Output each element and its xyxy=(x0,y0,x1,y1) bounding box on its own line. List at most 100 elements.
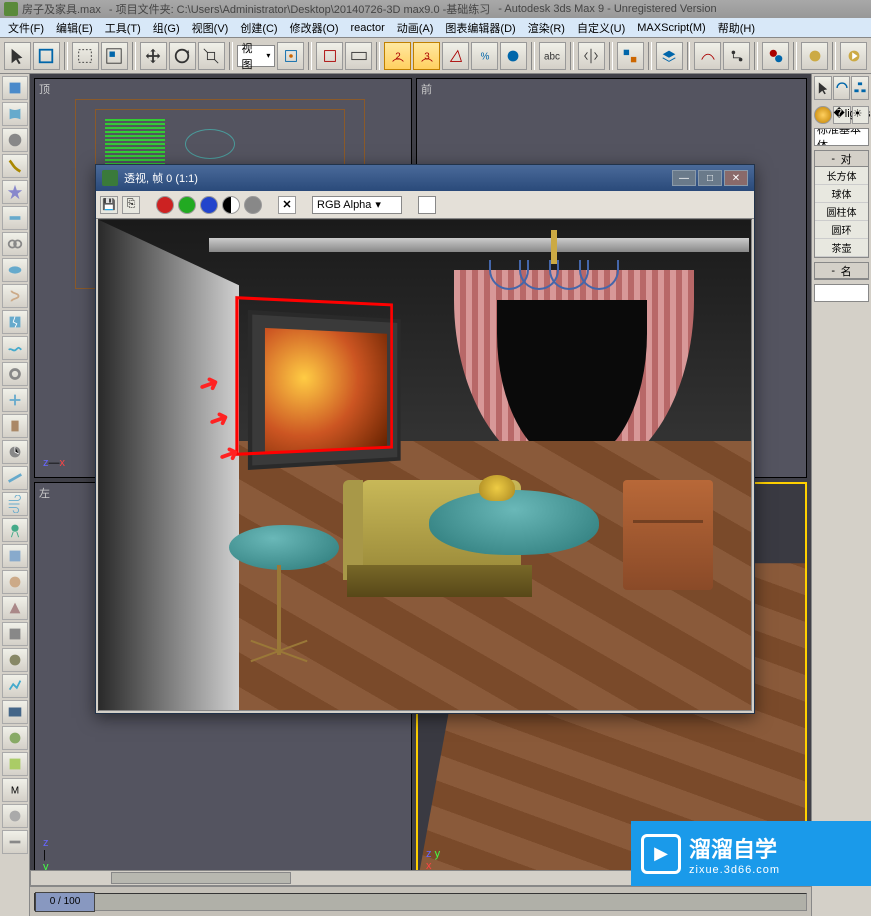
reactor-gear-icon[interactable] xyxy=(2,362,28,386)
reactor-disk-icon[interactable] xyxy=(2,258,28,282)
quick-render-button[interactable] xyxy=(840,42,867,70)
reactor-wind-icon[interactable] xyxy=(2,492,28,516)
category-dropdown[interactable]: 标准基本体 xyxy=(814,128,869,146)
close-button[interactable]: ✕ xyxy=(724,170,748,186)
reactor-cloth-icon[interactable] xyxy=(2,102,28,126)
reactor-misc5-icon[interactable] xyxy=(2,648,28,672)
select-window-button[interactable] xyxy=(101,42,128,70)
snap-2d-button[interactable]: 2 xyxy=(384,42,411,70)
reactor-misc9-icon[interactable] xyxy=(2,830,28,854)
channel-mono-button[interactable] xyxy=(244,196,262,214)
menu-graph[interactable]: 图表编辑器(D) xyxy=(439,18,521,38)
menu-animation[interactable]: 动画(A) xyxy=(391,18,440,38)
channel-dropdown[interactable]: RGB Alpha ▾ xyxy=(312,196,402,214)
render-scene-button[interactable] xyxy=(801,42,828,70)
menu-file[interactable]: 文件(F) xyxy=(2,18,50,38)
angle-snap-button[interactable] xyxy=(442,42,469,70)
reference-coord-dropdown[interactable]: 视图 ▾ xyxy=(237,45,276,67)
primitive-torus[interactable]: 圆环 xyxy=(815,221,868,239)
keyboard-shortcut-button[interactable] xyxy=(345,42,372,70)
reactor-misc8-icon[interactable] xyxy=(2,804,28,828)
geometry-icon[interactable] xyxy=(814,106,832,124)
mirror-button[interactable] xyxy=(578,42,605,70)
menu-maxscript[interactable]: MAXScript(M) xyxy=(631,20,711,36)
menu-create[interactable]: 创建(C) xyxy=(234,18,283,38)
reactor-misc2-icon[interactable] xyxy=(2,570,28,594)
select-rect-button[interactable] xyxy=(72,42,99,70)
clone-button[interactable]: ⎘ xyxy=(122,196,140,214)
snap-3d-button[interactable]: 3 xyxy=(413,42,440,70)
menu-modifiers[interactable]: 修改器(O) xyxy=(284,18,345,38)
shapes-icon[interactable]: �lights xyxy=(833,106,851,124)
channel-green-button[interactable] xyxy=(178,196,196,214)
reactor-analyze-icon[interactable] xyxy=(2,674,28,698)
reactor-toy-icon[interactable] xyxy=(2,518,28,542)
menu-tools[interactable]: 工具(T) xyxy=(99,18,147,38)
primitive-teapot[interactable]: 茶壶 xyxy=(815,239,868,257)
pivot-button[interactable] xyxy=(277,42,304,70)
move-button[interactable] xyxy=(140,42,167,70)
menu-edit[interactable]: 编辑(E) xyxy=(50,18,99,38)
reactor-misc3-icon[interactable] xyxy=(2,596,28,620)
reactor-rope-icon[interactable] xyxy=(2,154,28,178)
primitive-box[interactable]: 长方体 xyxy=(815,167,868,185)
scrollbar-thumb[interactable] xyxy=(111,872,291,884)
menu-reactor[interactable]: reactor xyxy=(345,20,391,36)
minimize-button[interactable]: — xyxy=(672,170,696,186)
select-object-button[interactable] xyxy=(33,42,60,70)
rotate-button[interactable] xyxy=(169,42,196,70)
material-editor-button[interactable] xyxy=(762,42,789,70)
create-tab[interactable] xyxy=(814,76,832,100)
layer-button[interactable] xyxy=(656,42,683,70)
reactor-tool-icon[interactable] xyxy=(2,206,28,230)
object-name-input[interactable] xyxy=(814,284,869,302)
select-manipulate-button[interactable] xyxy=(316,42,343,70)
channel-red-button[interactable] xyxy=(156,196,174,214)
reactor-create-icon[interactable] xyxy=(2,726,28,750)
reactor-misc4-icon[interactable] xyxy=(2,622,28,646)
select-cursor-button[interactable] xyxy=(4,42,31,70)
color-swatch[interactable] xyxy=(418,196,436,214)
timeline-slider[interactable]: 0 / 100 xyxy=(34,893,807,911)
menu-group[interactable]: 组(G) xyxy=(147,18,186,38)
menu-rendering[interactable]: 渲染(R) xyxy=(522,18,571,38)
reactor-constraint-icon[interactable] xyxy=(2,388,28,412)
reactor-fracture-icon[interactable] xyxy=(2,310,28,334)
reactor-sphere-icon[interactable] xyxy=(2,128,28,152)
reactor-plane-icon[interactable] xyxy=(2,466,28,490)
percent-snap-button[interactable]: % xyxy=(471,42,498,70)
align-button[interactable] xyxy=(617,42,644,70)
menu-customize[interactable]: 自定义(U) xyxy=(571,18,631,38)
primitive-cylinder[interactable]: 圆柱体 xyxy=(815,203,868,221)
reactor-box-icon[interactable] xyxy=(2,76,28,100)
lights-icon[interactable]: ☀ xyxy=(852,106,870,124)
schematic-button[interactable] xyxy=(723,42,750,70)
render-window-titlebar[interactable]: 透视, 帧 0 (1:1) — □ ✕ xyxy=(96,165,754,191)
clear-button[interactable]: ✕ xyxy=(278,196,296,214)
rollout-header[interactable]: - 对 xyxy=(815,151,868,167)
hierarchy-tab[interactable] xyxy=(851,76,869,100)
reactor-dashpot-icon[interactable] xyxy=(2,414,28,438)
reactor-preview-icon[interactable] xyxy=(2,700,28,724)
scale-button[interactable] xyxy=(198,42,225,70)
reactor-misc6-icon[interactable] xyxy=(2,752,28,776)
reactor-misc1-icon[interactable] xyxy=(2,544,28,568)
curve-editor-button[interactable] xyxy=(694,42,721,70)
maximize-button[interactable]: □ xyxy=(698,170,722,186)
channel-blue-button[interactable] xyxy=(200,196,218,214)
reactor-water-icon[interactable] xyxy=(2,336,28,360)
primitive-sphere[interactable]: 球体 xyxy=(815,185,868,203)
reactor-misc7-icon[interactable]: M xyxy=(2,778,28,802)
reactor-star-icon[interactable] xyxy=(2,180,28,204)
named-selection-button[interactable]: abc xyxy=(539,42,566,70)
modify-tab[interactable] xyxy=(833,76,851,100)
menu-views[interactable]: 视图(V) xyxy=(186,18,235,38)
channel-alpha-button[interactable] xyxy=(222,196,240,214)
menu-help[interactable]: 帮助(H) xyxy=(712,18,761,38)
spinner-snap-button[interactable] xyxy=(500,42,527,70)
reactor-chain-icon[interactable] xyxy=(2,232,28,256)
reactor-spring-icon[interactable] xyxy=(2,284,28,308)
timeline-frame-indicator[interactable]: 0 / 100 xyxy=(35,892,95,912)
reactor-motor-icon[interactable] xyxy=(2,440,28,464)
rollout-header[interactable]: - 名 xyxy=(815,263,868,279)
